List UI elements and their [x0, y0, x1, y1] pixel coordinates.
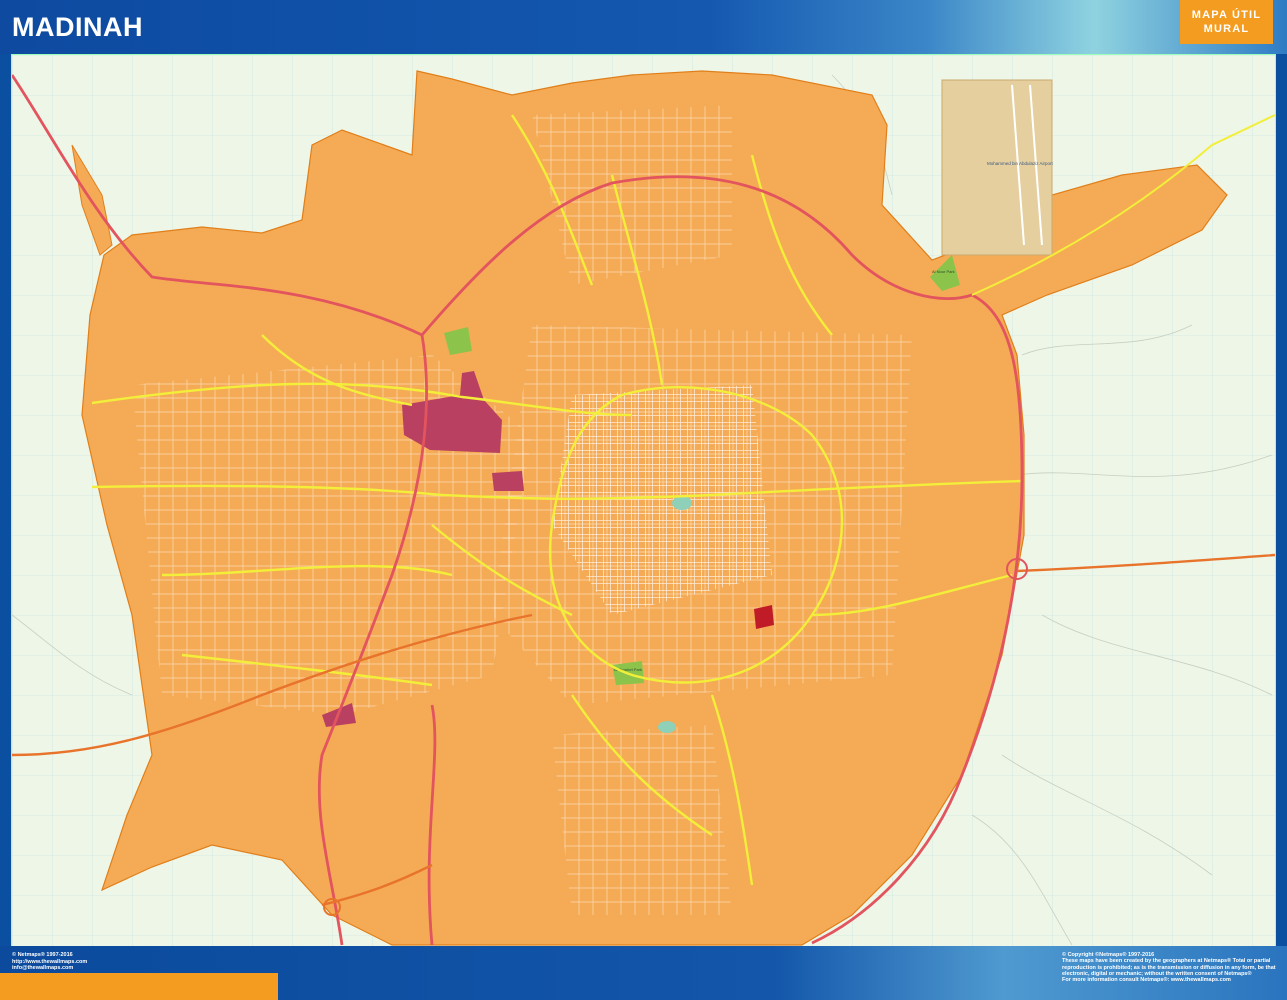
footer-right-line-2: These maps have been created by the geog… — [1062, 958, 1271, 965]
footer-right-line-3: reproduction is prohibited; as is the tr… — [1062, 964, 1276, 971]
map-canvas[interactable]: Mohammed bin Abdulaziz Airport Al Noor P… — [11, 54, 1276, 948]
badge-line-1: MAPA ÚTIL — [1191, 9, 1262, 21]
footer-email-link[interactable]: info@thewallmaps.com — [12, 965, 87, 972]
central-pond — [672, 496, 692, 510]
park-ne-label: Al Noor Park — [932, 269, 955, 274]
footer-copyright-left: © Netmaps® 1997-2016 http://www.thewallm… — [12, 952, 87, 972]
header-bar: MADINAH MAPA ÚTIL MURAL — [0, 0, 1287, 54]
footer-right-line-5: For more information consult Netmaps®: w… — [1062, 977, 1231, 984]
institution-west — [492, 471, 524, 491]
badge-line-2: MURAL — [1203, 23, 1250, 35]
institution-east — [754, 605, 774, 629]
airport-label: Mohammed bin Abdulaziz Airport — [987, 161, 1054, 166]
map-title: MADINAH — [12, 12, 143, 42]
city-map-svg: Mohammed bin Abdulaziz Airport Al Noor P… — [12, 55, 1275, 947]
south-neighborhoods — [552, 725, 732, 915]
footer-legal-text: © Copyright ©Netmaps® 1997-2016 These ma… — [1062, 952, 1277, 983]
mapa-util-badge[interactable]: MAPA ÚTIL MURAL — [1180, 0, 1273, 44]
footer-accent — [0, 973, 278, 1000]
south-pond — [658, 721, 676, 733]
